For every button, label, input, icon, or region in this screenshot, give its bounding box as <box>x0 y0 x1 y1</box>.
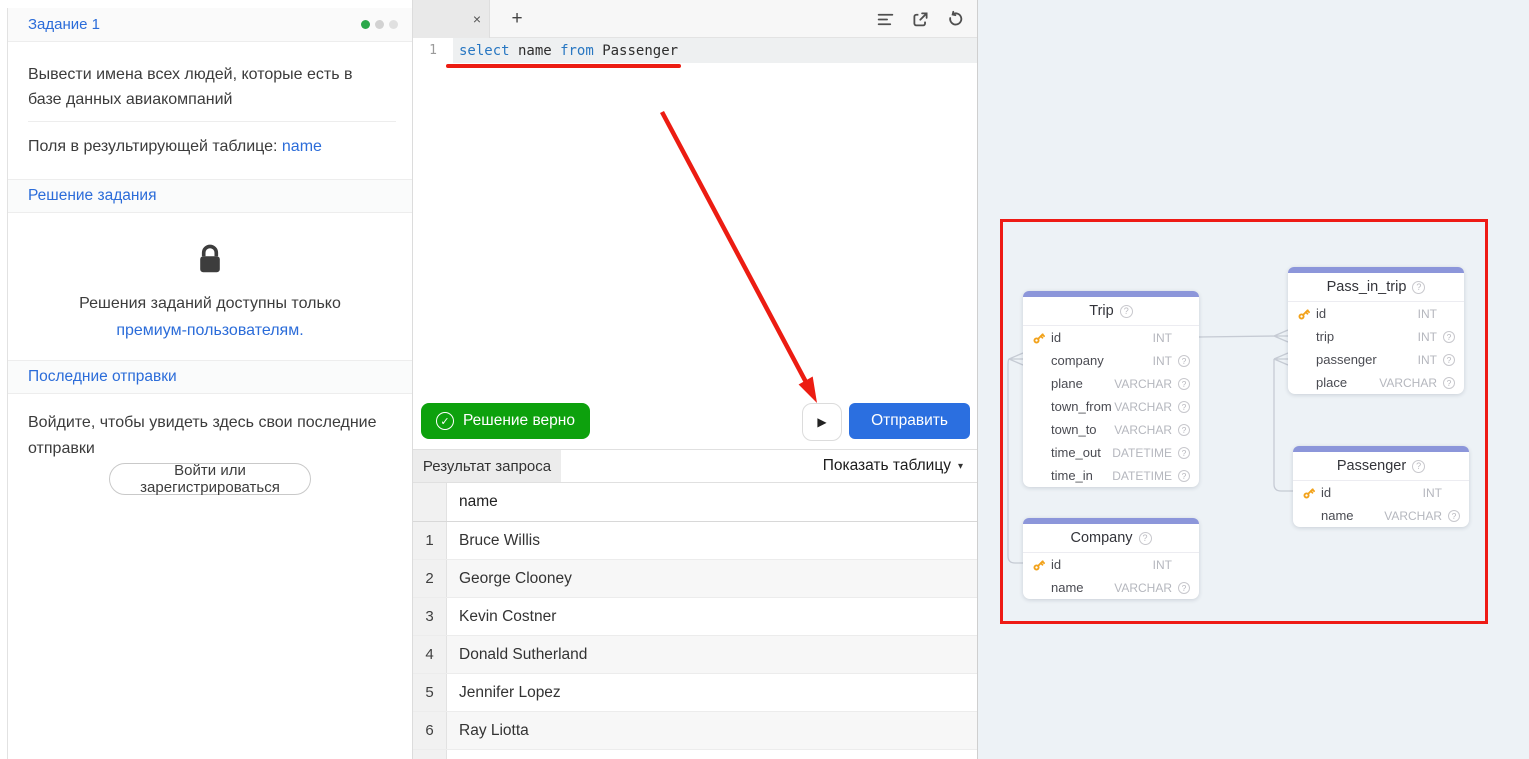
section-solution[interactable]: Решение задания <box>8 179 412 213</box>
chevron-down-icon: ▾ <box>958 461 963 472</box>
task-card: Задание 1 Вывести имена всех людей, кото… <box>7 8 412 759</box>
sql-keyword: from <box>560 43 594 59</box>
login-hint: Войдите, чтобы увидеть здесь свои послед… <box>28 410 398 462</box>
sql-identifier: name <box>518 43 552 59</box>
sql-identifier: Passenger <box>602 43 678 59</box>
table-row[interactable]: 6 Ray Liotta <box>413 712 977 750</box>
editor-tab[interactable]: × <box>413 0 490 38</box>
line-number: 1 <box>413 38 453 63</box>
play-icon: ▶ <box>817 415 826 429</box>
check-circle-icon: ✓ <box>436 412 454 430</box>
premium-link[interactable]: премиум-пользователям. <box>116 322 303 339</box>
table-row[interactable]: 1 Bruce Willis <box>413 522 977 560</box>
progress-dot <box>389 20 398 29</box>
lock-icon <box>8 242 412 281</box>
app-window: Задание 1 Вывести имена всех людей, кото… <box>0 0 1529 759</box>
sql-keyword: select <box>459 43 510 59</box>
table-row[interactable]: 5 Jennifer Lopez <box>413 674 977 712</box>
result-fields-line: Поля в результирующей таблице: name <box>28 138 322 156</box>
results-table-header: name <box>413 483 977 522</box>
table-row[interactable]: 3 Kevin Costner <box>413 598 977 636</box>
close-tab-icon[interactable]: × <box>473 12 481 26</box>
premium-note: Решения заданий доступны только премиум-… <box>8 290 412 344</box>
run-query-button[interactable]: ▶ <box>802 403 842 441</box>
add-tab-button[interactable]: + <box>503 0 531 38</box>
open-external-icon[interactable] <box>911 10 930 29</box>
task-description: Вывести имена всех людей, которые есть в… <box>28 62 378 112</box>
result-field-link[interactable]: name <box>282 138 322 155</box>
annotation-rect <box>1000 219 1488 624</box>
reset-undo-icon[interactable] <box>946 10 965 29</box>
editor-toolbar: × + <box>413 0 977 38</box>
divider <box>28 121 396 122</box>
annotation-underline <box>446 64 681 68</box>
toolbar-icons <box>876 0 965 38</box>
table-row[interactable]: 2 George Clooney <box>413 560 977 598</box>
progress-dots <box>361 20 398 29</box>
sql-code-line[interactable]: select name from Passenger <box>459 38 678 63</box>
format-code-icon[interactable] <box>876 10 895 29</box>
section-last-submissions[interactable]: Последние отправки <box>8 360 412 394</box>
submit-button[interactable]: Отправить <box>849 403 970 439</box>
table-row[interactable]: 4 Donald Sutherland <box>413 636 977 674</box>
task-header: Задание 1 <box>8 8 412 42</box>
table-row-partial <box>413 750 977 759</box>
task-title-link[interactable]: Задание 1 <box>28 16 100 33</box>
row-number-header <box>413 483 447 521</box>
column-header: name <box>447 483 977 521</box>
results-table: name 1 Bruce Willis 2 George Clooney 3 K… <box>413 483 977 759</box>
progress-dot <box>375 20 384 29</box>
editor-panel: × + 1 select name from Passenger <box>413 0 978 759</box>
solution-status-button[interactable]: ✓ Решение верно <box>421 403 590 439</box>
schema-panel: Trip ? id INT ? company INT ? plane VARC… <box>978 0 1529 759</box>
login-button[interactable]: Войти или зарегистрироваться <box>109 463 311 495</box>
results-tab[interactable]: Результат запроса <box>413 450 561 482</box>
task-panel: Задание 1 Вывести имена всех людей, кото… <box>0 0 413 759</box>
results-bar: Результат запроса Показать таблицу ▾ <box>413 449 977 483</box>
progress-dot-active <box>361 20 370 29</box>
show-table-dropdown[interactable]: Показать таблицу ▾ <box>823 450 963 482</box>
result-fields-label: Поля в результирующей таблице: <box>28 138 277 155</box>
